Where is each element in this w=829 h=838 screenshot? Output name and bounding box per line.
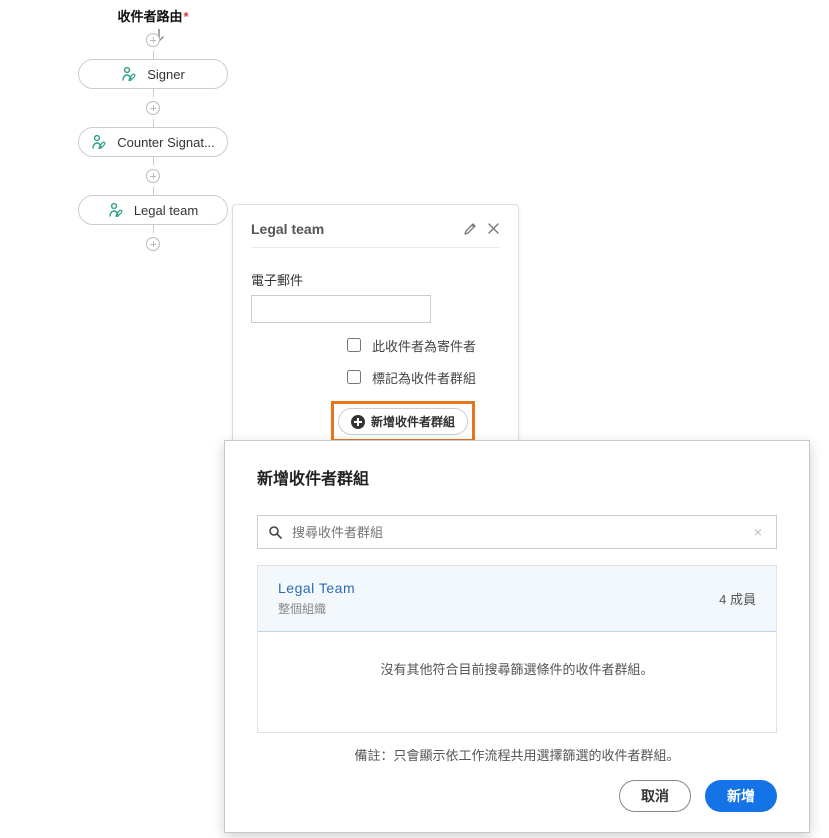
routing-node-counter-signature[interactable]: Counter Signat... — [78, 127, 228, 157]
connector-line — [153, 51, 154, 59]
search-input[interactable] — [290, 524, 750, 541]
add-step-button[interactable] — [146, 237, 160, 251]
add-group-button-label: 新增收件者群組 — [371, 413, 455, 430]
no-more-results-text: 沒有其他符合目前搜尋篩選條件的收件者群組。 — [258, 631, 776, 706]
routing-node-legal-team[interactable]: Legal team — [78, 195, 228, 225]
routing-title-text: 收件者路由 — [117, 9, 182, 24]
checkbox-sender[interactable] — [347, 338, 361, 352]
connector-line — [153, 119, 154, 127]
checkbox-group[interactable] — [347, 370, 361, 384]
signer-icon — [91, 134, 109, 150]
add-recipient-group-button[interactable]: 新增收件者群組 — [338, 408, 468, 435]
connector-line — [153, 187, 154, 195]
group-member-count: 4 成員 — [719, 589, 756, 608]
signer-icon — [121, 66, 139, 82]
connector-line — [153, 89, 154, 97]
add-recipient-group-modal: 新增收件者群組 × Legal Team 整個組織 4 成員 沒有其他符合目前搜… — [224, 440, 810, 833]
signer-icon — [108, 202, 126, 218]
search-field[interactable]: × — [257, 515, 777, 549]
email-label: 電子郵件 — [251, 270, 500, 289]
checkbox-group-label: 標記為收件者群組 — [372, 368, 476, 387]
routing-node-label: Signer — [147, 67, 185, 82]
group-item-legal-team[interactable]: Legal Team 整個組織 4 成員 — [257, 565, 777, 632]
modal-footer: 取消 新增 — [257, 780, 777, 812]
popover-title: Legal team — [251, 221, 324, 237]
close-icon[interactable] — [487, 222, 500, 236]
add-step-button[interactable] — [146, 169, 160, 183]
cancel-button[interactable]: 取消 — [619, 780, 691, 812]
plus-circle-icon — [351, 415, 365, 429]
checkbox-group-row[interactable]: 標記為收件者群組 — [343, 367, 500, 387]
connector-line — [153, 225, 154, 233]
add-group-highlight: 新增收件者群組 — [331, 401, 475, 442]
checkbox-sender-label: 此收件者為寄件者 — [372, 336, 476, 355]
add-step-button[interactable] — [146, 101, 160, 115]
routing-node-label: Legal team — [134, 203, 198, 218]
search-icon — [268, 525, 282, 539]
required-asterisk: * — [183, 9, 188, 24]
add-step-button[interactable] — [146, 33, 160, 47]
popover-header: Legal team — [251, 221, 500, 248]
group-list: Legal Team 整個組織 4 成員 沒有其他符合目前搜尋篩選條件的收件者群… — [257, 565, 777, 733]
modal-title: 新增收件者群組 — [257, 465, 777, 489]
group-scope: 整個組織 — [278, 600, 355, 617]
checkbox-sender-row[interactable]: 此收件者為寄件者 — [343, 335, 500, 355]
popover-actions — [463, 222, 500, 236]
group-name: Legal Team — [278, 580, 355, 596]
clear-search-icon[interactable]: × — [750, 524, 766, 540]
recipient-routing-panel: 收件者路由* Signer Counter Signat... Legal te… — [73, 6, 233, 255]
modal-note: 備註：只會顯示依工作流程共用選擇篩選的收件者群組。 — [257, 745, 777, 764]
connector-line — [153, 157, 154, 165]
routing-title: 收件者路由* — [73, 6, 233, 25]
edit-icon[interactable] — [463, 222, 477, 236]
routing-node-signer[interactable]: Signer — [78, 59, 228, 89]
routing-node-label: Counter Signat... — [117, 135, 215, 150]
email-input[interactable] — [251, 295, 431, 323]
confirm-button[interactable]: 新增 — [705, 780, 777, 812]
